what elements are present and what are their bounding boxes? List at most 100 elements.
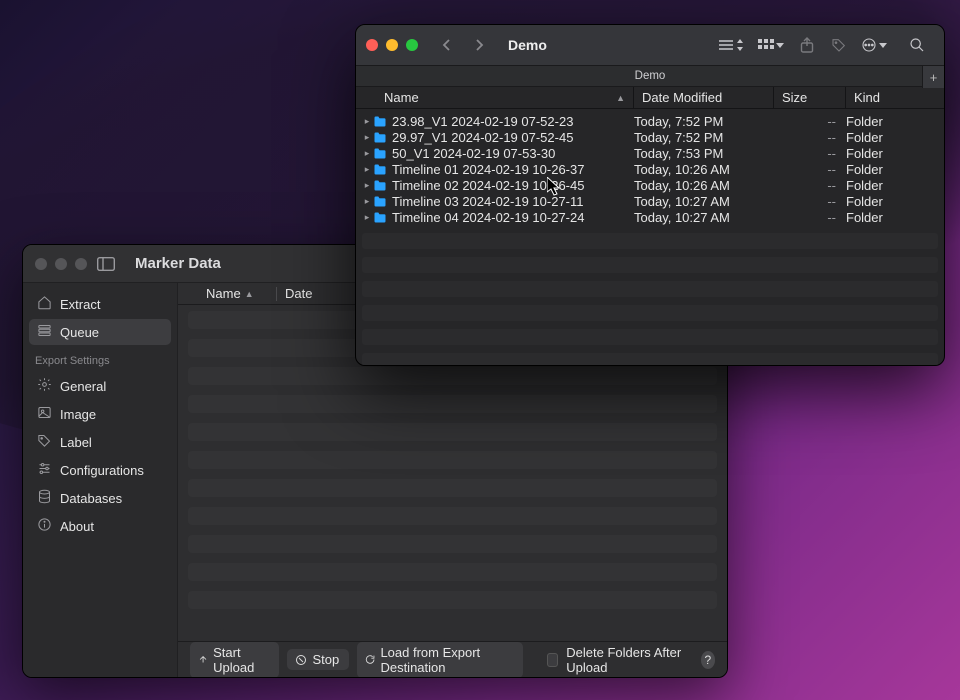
disclosure-triangle-icon[interactable]: ▸ [362, 196, 372, 207]
sidebar-item-label: Queue [60, 325, 99, 340]
share-button[interactable] [794, 37, 820, 53]
list-item [188, 563, 717, 581]
sort-asc-icon: ▲ [616, 93, 625, 103]
column-name[interactable]: Name ▲ [198, 286, 276, 301]
sidebar-item-label: Label [60, 435, 92, 450]
close-button[interactable] [366, 39, 378, 51]
file-kind: Folder [846, 146, 944, 161]
list-item [188, 591, 717, 609]
sort-asc-icon: ▲ [245, 289, 254, 299]
extract-icon [37, 295, 52, 313]
gear-icon [37, 377, 52, 395]
sidebar-item-databases[interactable]: Databases [29, 485, 171, 511]
finder-toolbar: Demo [356, 25, 944, 65]
stop-button[interactable]: Stop [287, 649, 349, 670]
file-name: 50_V1 2024-02-19 07-53-30 [388, 146, 634, 161]
start-upload-button[interactable]: Start Upload [190, 642, 279, 678]
delete-after-label: Delete Folders After Upload [566, 645, 692, 675]
list-item [188, 423, 717, 441]
delete-after-checkbox[interactable] [547, 653, 559, 667]
sidebar-section-label: Export Settings [29, 347, 171, 371]
load-from-export-button[interactable]: Load from Export Destination [357, 642, 523, 678]
empty-row-stripe [362, 305, 938, 321]
disclosure-triangle-icon[interactable]: ▸ [362, 132, 372, 143]
sidebar-item-label[interactable]: Label [29, 429, 171, 455]
disclosure-triangle-icon[interactable]: ▸ [362, 164, 372, 175]
table-row[interactable]: ▸Timeline 03 2024-02-19 10-27-11Today, 1… [356, 193, 944, 209]
zoom-button[interactable] [406, 39, 418, 51]
table-row[interactable]: ▸50_V1 2024-02-19 07-53-30Today, 7:53 PM… [356, 145, 944, 161]
nav-back-button[interactable] [434, 38, 460, 52]
sidebar-item-label: Extract [60, 297, 100, 312]
column-date-modified[interactable]: Date Modified [634, 87, 774, 108]
folder-icon [372, 212, 388, 223]
folder-icon [372, 132, 388, 143]
table-row[interactable]: ▸23.98_V1 2024-02-19 07-52-23Today, 7:52… [356, 113, 944, 129]
file-name: Timeline 04 2024-02-19 10-27-24 [388, 210, 634, 225]
column-kind[interactable]: Kind [846, 87, 944, 108]
date-modified: Today, 10:27 AM [634, 194, 774, 209]
file-kind: Folder [846, 194, 944, 209]
file-size: -- [774, 114, 846, 129]
empty-row-stripe [362, 257, 938, 273]
table-row[interactable]: ▸Timeline 02 2024-02-19 10-26-45Today, 1… [356, 177, 944, 193]
minimize-button[interactable] [55, 258, 67, 270]
sidebar-toggle-icon[interactable] [93, 257, 119, 271]
sidebar-item-queue[interactable]: Queue [29, 319, 171, 345]
sidebar-item-label: Image [60, 407, 96, 422]
start-upload-label: Start Upload [213, 645, 269, 675]
file-kind: Folder [846, 178, 944, 193]
table-row[interactable]: ▸Timeline 01 2024-02-19 10-26-37Today, 1… [356, 161, 944, 177]
window-title: Marker Data [125, 255, 233, 272]
tab-bar: Demo + [356, 65, 944, 87]
list-item [188, 479, 717, 497]
close-button[interactable] [35, 258, 47, 270]
nav-forward-button[interactable] [466, 38, 492, 52]
sidebar-item-label: Configurations [60, 463, 144, 478]
view-list-button[interactable] [714, 39, 748, 51]
new-tab-button[interactable]: + [922, 66, 944, 88]
file-size: -- [774, 194, 846, 209]
empty-row-stripe [362, 329, 938, 345]
sidebar-item-general[interactable]: General [29, 373, 171, 399]
empty-row-stripe [362, 233, 938, 249]
sidebar-item-extract[interactable]: Extract [29, 291, 171, 317]
disclosure-triangle-icon[interactable]: ▸ [362, 116, 372, 127]
action-menu-button[interactable] [858, 37, 890, 53]
sidebar-item-image[interactable]: Image [29, 401, 171, 427]
file-name: 29.97_V1 2024-02-19 07-52-45 [388, 130, 634, 145]
sidebar-item-about[interactable]: About [29, 513, 171, 539]
list-item [188, 507, 717, 525]
column-date[interactable]: Date [277, 286, 320, 301]
column-name-label: Name [206, 286, 241, 301]
list-item [188, 395, 717, 413]
disclosure-triangle-icon[interactable]: ▸ [362, 212, 372, 223]
minimize-button[interactable] [386, 39, 398, 51]
chevron-updown-icon [736, 39, 744, 51]
group-by-button[interactable] [754, 39, 788, 51]
sidebar-item-label: About [60, 519, 94, 534]
traffic-lights [35, 258, 87, 270]
column-name-label: Name [384, 90, 419, 105]
tab-demo[interactable]: Demo [356, 70, 944, 82]
date-modified: Today, 10:26 AM [634, 162, 774, 177]
list-item [188, 535, 717, 553]
table-row[interactable]: ▸29.97_V1 2024-02-19 07-52-45Today, 7:52… [356, 129, 944, 145]
disclosure-triangle-icon[interactable]: ▸ [362, 180, 372, 191]
column-name[interactable]: Name ▲ [356, 87, 634, 108]
list-item [188, 451, 717, 469]
table-row[interactable]: ▸Timeline 04 2024-02-19 10-27-24Today, 1… [356, 209, 944, 225]
empty-row-stripe [362, 353, 938, 365]
zoom-button[interactable] [75, 258, 87, 270]
sidebar-item-label: Databases [60, 491, 122, 506]
sidebar-item-configurations[interactable]: Configurations [29, 457, 171, 483]
disclosure-triangle-icon[interactable]: ▸ [362, 148, 372, 159]
tags-button[interactable] [826, 37, 852, 53]
search-button[interactable] [904, 37, 930, 53]
help-button[interactable]: ? [701, 651, 715, 669]
column-size[interactable]: Size [774, 87, 846, 108]
image-icon [37, 405, 52, 423]
file-size: -- [774, 130, 846, 145]
file-kind: Folder [846, 130, 944, 145]
file-name: 23.98_V1 2024-02-19 07-52-23 [388, 114, 634, 129]
